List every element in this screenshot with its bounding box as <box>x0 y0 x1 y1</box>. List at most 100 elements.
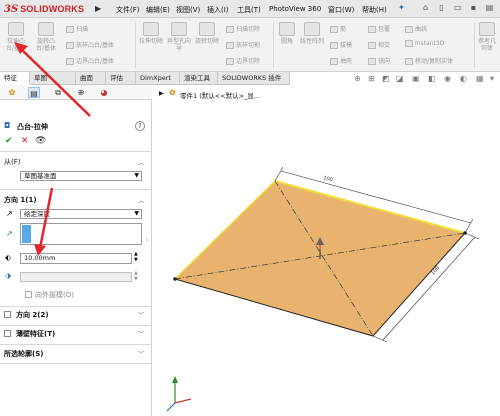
chevron-down-icon[interactable]: ﹀ <box>138 310 144 319</box>
chevron-right-icon[interactable]: ▶ <box>95 4 101 13</box>
dimension-extension-line <box>274 166 284 182</box>
shell-button[interactable]: 抽壳 <box>330 56 352 65</box>
linear-pattern-button[interactable]: 线性阵列 <box>300 22 324 45</box>
swept-cut-button[interactable]: 扫描切除 <box>226 24 260 33</box>
menu-view[interactable]: 视图(V) <box>176 5 200 15</box>
draft-outward-checkbox[interactable] <box>25 291 32 298</box>
draft-toggle-icon[interactable]: ⬗ <box>5 271 11 280</box>
selected-contours-section-title[interactable]: 所选轮廓(S) <box>4 349 43 359</box>
open-icon[interactable]: ▭ <box>452 3 463 14</box>
view-orientation-icon[interactable]: ▣ <box>412 74 420 83</box>
direction2-section-title[interactable]: 方向 2(2) <box>16 310 49 320</box>
dimension-extension-line <box>464 218 474 234</box>
print-icon[interactable]: ▤ <box>484 3 495 14</box>
zoom-area-icon[interactable]: ⊞ <box>368 74 375 83</box>
tab-addins[interactable]: SOLIDWORKS 插件 <box>218 72 290 85</box>
revolve-cut-button[interactable]: 旋转切除 <box>194 22 220 45</box>
menu-edit[interactable]: 编辑(E) <box>146 5 170 15</box>
rib-button[interactable]: 筋 <box>330 24 346 33</box>
configuration-manager-icon[interactable]: ⧉ <box>52 87 64 98</box>
extrude-cut-icon <box>143 22 159 36</box>
zoom-to-fit-icon[interactable]: ⊕ <box>354 74 361 83</box>
depth-value: 10.00mm <box>24 254 56 262</box>
panel-collapse-handle[interactable]: ⁞ <box>146 237 148 244</box>
tab-features[interactable]: 特征 <box>0 72 30 85</box>
thin-feature-checkbox[interactable] <box>4 330 11 337</box>
from-dropdown[interactable]: 草图基准面 ▼ <box>20 171 142 181</box>
save-icon[interactable]: ▪ <box>468 3 479 14</box>
new-document-icon[interactable]: ▯ <box>436 3 447 14</box>
end-condition-dropdown[interactable]: 给定深度 ▼ <box>20 209 142 219</box>
chevron-up-icon[interactable]: ︿ <box>138 158 144 167</box>
vertex-point[interactable] <box>173 277 177 281</box>
direction2-checkbox[interactable] <box>4 311 11 318</box>
tab-sketch[interactable]: 草图 <box>30 72 76 85</box>
vertex-point[interactable] <box>463 231 467 235</box>
revolve-boss-button[interactable]: 旋转凸台/基体 <box>33 22 59 52</box>
tab-surfaces[interactable]: 曲面 <box>76 72 106 85</box>
from-section-title[interactable]: 从(F) <box>4 157 21 167</box>
curves-button[interactable]: 曲线 <box>405 24 427 33</box>
section-view-icon[interactable]: ◪ <box>396 74 404 83</box>
hole-wizard-button[interactable]: 异型孔向导 <box>166 22 192 52</box>
boundary-boss-button[interactable]: 边界凸台/基体 <box>66 56 114 65</box>
display-style-icon[interactable]: ◧ <box>428 74 436 83</box>
dimension-top[interactable]: 100 <box>322 175 333 183</box>
home-icon[interactable]: ⌂ <box>420 3 431 14</box>
thin-feature-section-title[interactable]: 薄壁特征(T) <box>16 329 55 339</box>
boundary-cut-button[interactable]: 边界切除 <box>226 56 260 65</box>
preview-eye-icon[interactable]: 👁 <box>35 136 46 146</box>
sweep-button[interactable]: 扫描 <box>66 24 88 33</box>
reverse-direction-icon[interactable]: ↗ <box>6 209 13 218</box>
heads-up-view-toolbar: ⊕ ⊞ ◩ ◪ ▣ ◧ ◉ ◐ ▦ ▾ <box>290 72 500 85</box>
property-manager-icon[interactable]: ▤ <box>28 87 40 98</box>
edit-appearance-icon[interactable]: ◐ <box>460 74 467 83</box>
display-manager-icon[interactable]: ◕ <box>98 87 110 98</box>
draft-angle-spinner[interactable]: ▲ ▼ <box>134 270 138 282</box>
ok-check-icon[interactable]: ✔ <box>5 136 13 146</box>
pin-icon[interactable]: ✦ <box>396 3 407 14</box>
chevron-up-icon[interactable]: ︿ <box>138 196 144 205</box>
draft-angle-input[interactable] <box>20 272 132 282</box>
direction-selection-box[interactable] <box>20 223 142 245</box>
wrap-button[interactable]: 包覆 <box>368 24 390 33</box>
help-button[interactable]: ? <box>135 121 145 131</box>
menu-help[interactable]: 帮助(H) <box>362 5 387 15</box>
depth-spinner[interactable]: ▲ ▼ <box>134 251 138 263</box>
rib-label: 筋 <box>340 26 347 33</box>
graphics-area[interactable]: ▶ ✿ 零件1 (默认<<默认>_显... 100 100 <box>153 85 500 416</box>
view-settings-icon[interactable]: ▾ <box>490 74 494 83</box>
menu-file[interactable]: 文件(F) <box>116 5 140 15</box>
chevron-down-icon[interactable]: ﹀ <box>138 349 144 358</box>
instant3d-button[interactable]: Instant3D <box>405 40 444 47</box>
menu-insert[interactable]: 插入(I) <box>207 5 229 15</box>
direction1-section-title[interactable]: 方向 1(1) <box>4 195 37 205</box>
tab-render-tools[interactable]: 渲染工具 <box>180 72 218 85</box>
menu-window[interactable]: 窗口(W) <box>328 5 354 15</box>
extrude-boss-button[interactable]: 拉伸凸台/基体 <box>3 22 29 52</box>
tab-evaluate[interactable]: 评估 <box>106 72 136 85</box>
intersect-button[interactable]: 相交 <box>368 40 390 49</box>
draft-button[interactable]: 拔模 <box>330 40 352 49</box>
revolve-boss-label: 旋转凸台/基体 <box>35 38 57 52</box>
extrude-cut-button[interactable]: 拉伸切除 <box>138 22 164 45</box>
menu-tools[interactable]: 工具(T) <box>237 5 261 15</box>
move-copy-button[interactable]: 移动/复制实体 <box>405 56 453 65</box>
hide-show-icon[interactable]: ◉ <box>444 74 451 83</box>
feature-manager-icon[interactable]: ✿ <box>6 87 18 98</box>
dimxpert-manager-icon[interactable]: ⊕ <box>75 87 87 98</box>
cancel-x-icon[interactable]: ✕ <box>21 136 29 146</box>
solidworks-logo[interactable]: 3S SOLIDWORKS <box>4 3 84 15</box>
lofted-cut-button[interactable]: 放样切割 <box>226 40 260 49</box>
tab-dimxpert[interactable]: DimXpert <box>136 72 180 85</box>
mirror-button[interactable]: 镜向 <box>368 56 390 65</box>
instant3d-icon <box>405 40 413 47</box>
menu-photoview[interactable]: PhotoView 360 <box>269 5 321 13</box>
scene-icon[interactable]: ▦ <box>476 74 484 83</box>
loft-button[interactable]: 放样凸台/基体 <box>66 40 114 49</box>
previous-view-icon[interactable]: ◩ <box>382 74 390 83</box>
reference-geometry-button[interactable]: 参考几何体 <box>476 22 498 52</box>
fillet-button[interactable]: 圆角 <box>276 22 298 45</box>
chevron-down-icon[interactable]: ﹀ <box>138 329 144 338</box>
depth-input[interactable]: 10.00mm <box>20 253 132 264</box>
